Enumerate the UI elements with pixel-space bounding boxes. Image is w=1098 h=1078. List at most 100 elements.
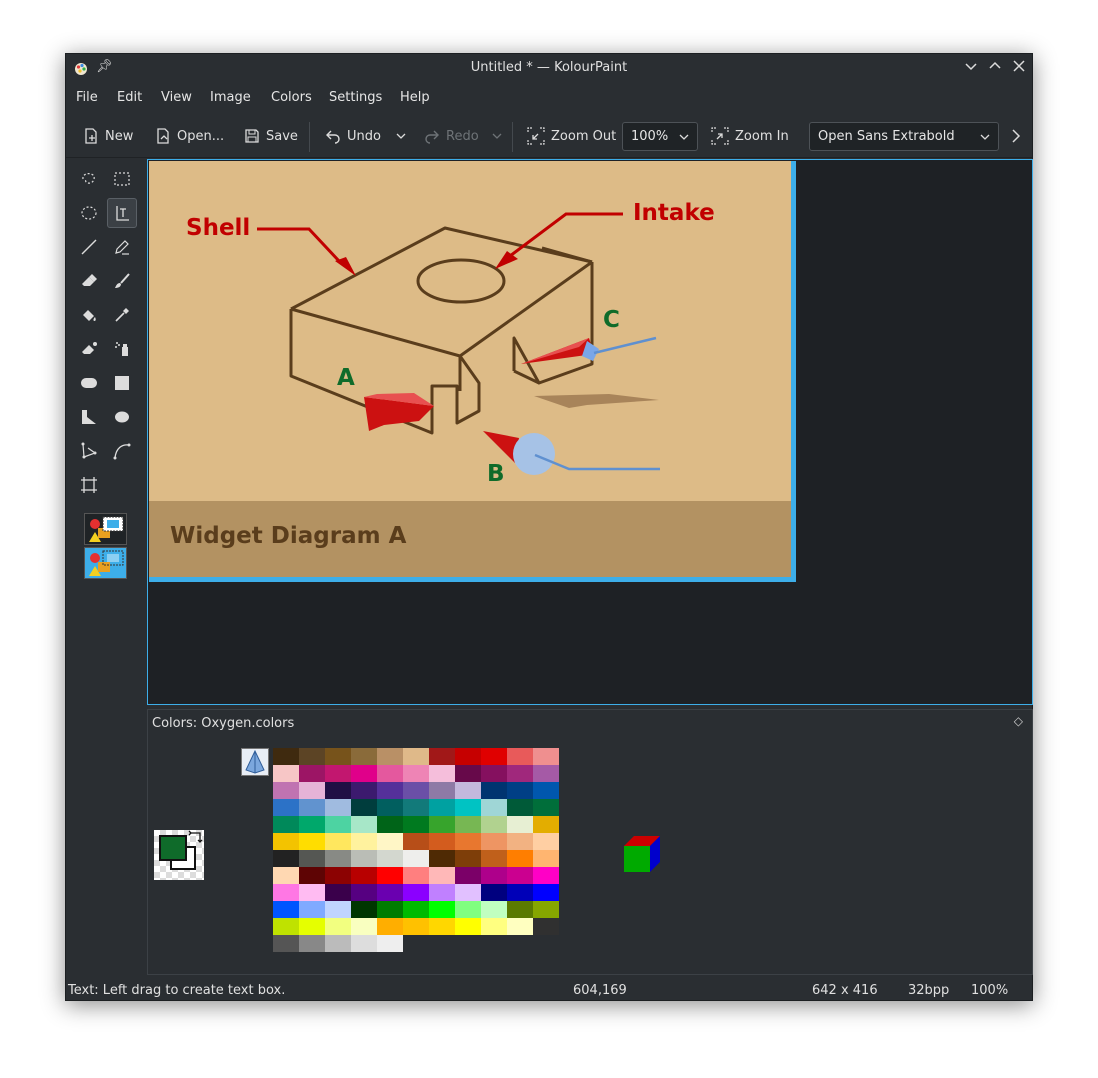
palette-swatch[interactable]	[273, 765, 299, 782]
palette-swatch[interactable]	[455, 748, 481, 765]
palette-swatch[interactable]	[351, 799, 377, 816]
palette-swatch[interactable]	[455, 765, 481, 782]
palette-swatch[interactable]	[481, 867, 507, 884]
swap-colors-icon[interactable]	[188, 830, 204, 846]
palette-swatch[interactable]	[429, 816, 455, 833]
close-icon[interactable]	[1009, 58, 1029, 78]
opaque-selection-option[interactable]	[84, 513, 127, 545]
menu-image[interactable]: Image	[210, 90, 251, 105]
palette-swatch[interactable]	[507, 901, 533, 918]
palette-swatch[interactable]	[403, 918, 429, 935]
palette-swatch[interactable]	[455, 833, 481, 850]
palette-swatch[interactable]	[377, 799, 403, 816]
redo-button[interactable]: Redo	[424, 123, 479, 149]
palette-swatch[interactable]	[481, 901, 507, 918]
palette-swatch[interactable]	[429, 918, 455, 935]
flood-fill-icon[interactable]	[74, 300, 104, 330]
palette-swatch[interactable]	[455, 816, 481, 833]
palette-swatch[interactable]	[533, 850, 559, 867]
palette-swatch[interactable]	[273, 748, 299, 765]
palette-swatch[interactable]	[377, 935, 403, 952]
palette-swatch[interactable]	[533, 867, 559, 884]
palette-swatch[interactable]	[299, 867, 325, 884]
palette-swatch[interactable]	[377, 782, 403, 799]
palette-swatch[interactable]	[507, 833, 533, 850]
palette-swatch[interactable]	[403, 901, 429, 918]
palette-swatch[interactable]	[507, 748, 533, 765]
palette-swatch[interactable]	[377, 901, 403, 918]
palette-swatch[interactable]	[533, 799, 559, 816]
palette-swatch[interactable]	[533, 833, 559, 850]
palette-swatch[interactable]	[299, 833, 325, 850]
palette-swatch[interactable]	[403, 765, 429, 782]
text-icon[interactable]	[107, 198, 137, 228]
rectangle-icon[interactable]	[107, 368, 137, 398]
palette-swatch[interactable]	[351, 935, 377, 952]
palette-swatch[interactable]	[533, 765, 559, 782]
palette-swatch[interactable]	[455, 918, 481, 935]
palette-swatch[interactable]	[533, 884, 559, 901]
rectangle-selection-icon[interactable]	[107, 164, 137, 194]
palette-swatch[interactable]	[325, 918, 351, 935]
palette-swatch[interactable]	[377, 833, 403, 850]
palette-swatch[interactable]	[533, 748, 559, 765]
palette-swatch[interactable]	[351, 901, 377, 918]
ellipse-selection-icon[interactable]	[74, 198, 104, 228]
rounded-rectangle-icon[interactable]	[74, 368, 104, 398]
palette-swatch[interactable]	[299, 850, 325, 867]
palette-swatch[interactable]	[403, 816, 429, 833]
palette-swatch[interactable]	[351, 918, 377, 935]
palette-swatch[interactable]	[533, 918, 559, 935]
palette-swatch[interactable]	[377, 748, 403, 765]
palette-swatch[interactable]	[481, 765, 507, 782]
resize-icon[interactable]	[74, 470, 104, 500]
menu-settings[interactable]: Settings	[329, 90, 382, 105]
pen-icon[interactable]	[107, 232, 137, 262]
palette-swatch[interactable]	[325, 799, 351, 816]
palette-swatch[interactable]	[273, 850, 299, 867]
palette-swatch[interactable]	[481, 833, 507, 850]
palette-swatch[interactable]	[299, 901, 325, 918]
foreground-color-swatch[interactable]	[159, 835, 187, 861]
line-icon[interactable]	[74, 232, 104, 262]
palette-swatch[interactable]	[403, 850, 429, 867]
palette-swatch[interactable]	[481, 816, 507, 833]
menu-view[interactable]: View	[161, 90, 192, 105]
palette-swatch[interactable]	[377, 765, 403, 782]
palette-swatch[interactable]	[429, 799, 455, 816]
zoom-in-button[interactable]: Zoom In	[711, 123, 789, 149]
palette-swatch[interactable]	[299, 799, 325, 816]
palette-swatch[interactable]	[299, 782, 325, 799]
palette-swatch[interactable]	[403, 867, 429, 884]
palette-swatch[interactable]	[403, 884, 429, 901]
palette-swatch[interactable]	[533, 816, 559, 833]
palette-swatch[interactable]	[507, 782, 533, 799]
palette-swatch[interactable]	[429, 833, 455, 850]
color-picker-icon[interactable]	[107, 300, 137, 330]
palette-swatch[interactable]	[273, 918, 299, 935]
palette-swatch[interactable]	[455, 782, 481, 799]
canvas-resize-handle-right[interactable]	[791, 161, 796, 582]
palette-swatch[interactable]	[429, 782, 455, 799]
polyline-icon[interactable]	[74, 436, 104, 466]
palette-swatch[interactable]	[273, 799, 299, 816]
zoom-level-combo[interactable]: 100%	[622, 122, 698, 151]
palette-swatch[interactable]	[507, 816, 533, 833]
palette-swatch[interactable]	[507, 918, 533, 935]
palette-swatch[interactable]	[325, 782, 351, 799]
palette-swatch[interactable]	[507, 799, 533, 816]
float-panel-icon[interactable]: ◇	[1014, 714, 1023, 728]
menu-help[interactable]: Help	[400, 90, 430, 105]
canvas-resize-handle-bottom[interactable]	[149, 577, 796, 582]
palette-swatch[interactable]	[299, 918, 325, 935]
current-colors-widget[interactable]	[154, 830, 204, 880]
palette-swatch[interactable]	[455, 901, 481, 918]
palette-swatch[interactable]	[325, 748, 351, 765]
palette-swatch[interactable]	[325, 765, 351, 782]
undo-button[interactable]: Undo	[325, 123, 381, 149]
polygon-icon[interactable]	[74, 402, 104, 432]
palette-swatch[interactable]	[325, 850, 351, 867]
palette-swatch[interactable]	[429, 901, 455, 918]
palette-swatch[interactable]	[273, 782, 299, 799]
palette-swatch[interactable]	[325, 833, 351, 850]
